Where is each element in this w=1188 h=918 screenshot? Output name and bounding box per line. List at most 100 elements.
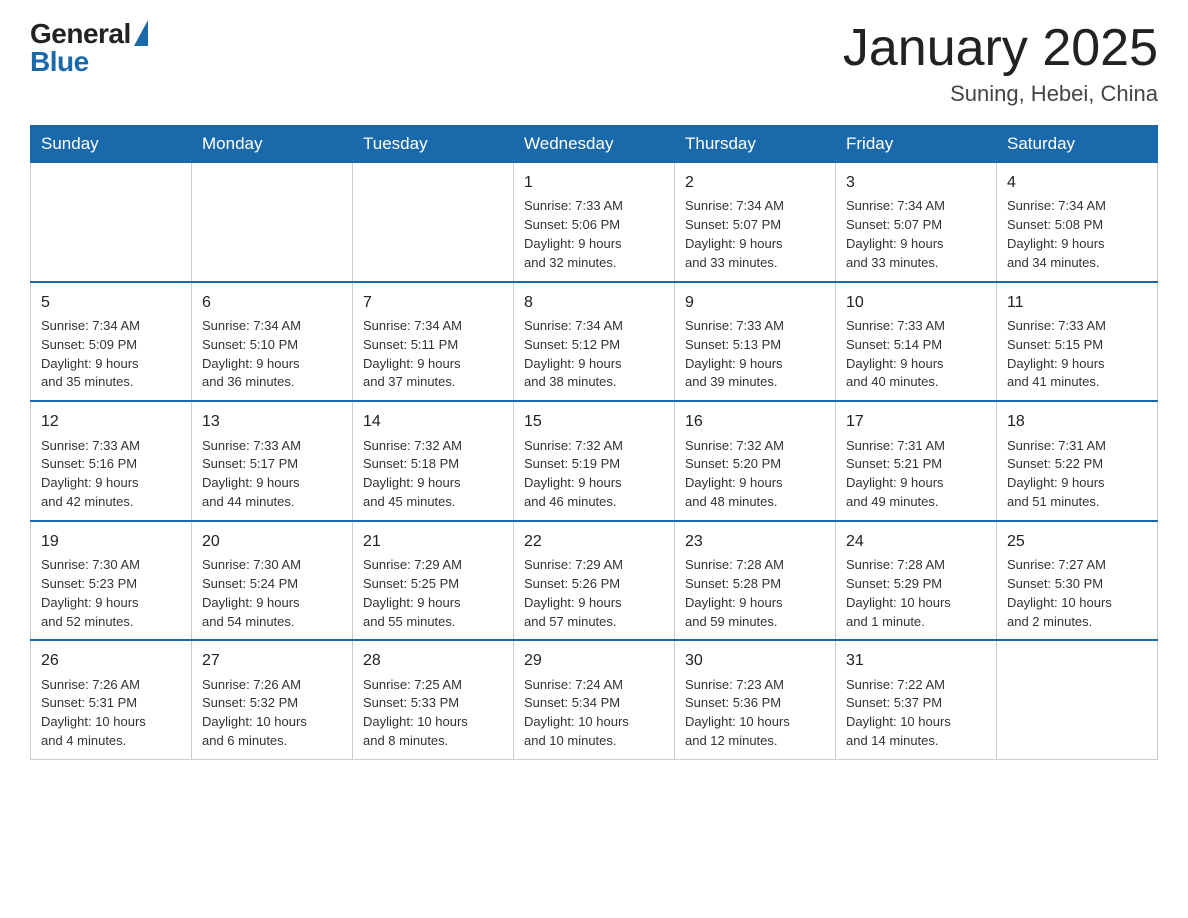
day-number: 27 bbox=[202, 649, 342, 672]
day-number: 28 bbox=[363, 649, 503, 672]
day-number: 11 bbox=[1007, 291, 1147, 314]
day-info: Sunrise: 7:27 AM Sunset: 5:30 PM Dayligh… bbox=[1007, 556, 1147, 631]
day-info: Sunrise: 7:33 AM Sunset: 5:16 PM Dayligh… bbox=[41, 437, 181, 512]
calendar-week-row: 1Sunrise: 7:33 AM Sunset: 5:06 PM Daylig… bbox=[31, 163, 1158, 282]
day-number: 19 bbox=[41, 530, 181, 553]
day-number: 8 bbox=[524, 291, 664, 314]
calendar-header-row: SundayMondayTuesdayWednesdayThursdayFrid… bbox=[31, 126, 1158, 163]
weekday-header-thursday: Thursday bbox=[675, 126, 836, 163]
calendar-day-cell: 30 Sunrise: 7:23 AM Sunset: 5:36 PM Dayli… bbox=[675, 640, 836, 759]
day-info: Sunrise: 7:32 AM Sunset: 5:19 PM Dayligh… bbox=[524, 437, 664, 512]
calendar-table: SundayMondayTuesdayWednesdayThursdayFrid… bbox=[30, 125, 1158, 760]
weekday-header-saturday: Saturday bbox=[997, 126, 1158, 163]
calendar-day-cell: 6 Sunrise: 7:34 AM Sunset: 5:10 PM Daylig… bbox=[192, 282, 353, 402]
calendar-day-cell bbox=[31, 163, 192, 282]
calendar-week-row: 19 Sunrise: 7:30 AM Sunset: 5:23 PM Dayli… bbox=[31, 521, 1158, 641]
day-info: Sunrise: 7:23 AM Sunset: 5:36 PM Dayligh… bbox=[685, 676, 825, 751]
day-info: Sunrise: 7:34 AM Sunset: 5:11 PM Dayligh… bbox=[363, 317, 503, 392]
day-info: Sunrise: 7:34 AM Sunset: 5:10 PM Dayligh… bbox=[202, 317, 342, 392]
day-number: 13 bbox=[202, 410, 342, 433]
day-number: 26 bbox=[41, 649, 181, 672]
calendar-day-cell: 7Sunrise: 7:34 AM Sunset: 5:11 PM Daylig… bbox=[353, 282, 514, 402]
day-info: Sunrise: 7:29 AM Sunset: 5:26 PM Dayligh… bbox=[524, 556, 664, 631]
calendar-day-cell: 20 Sunrise: 7:30 AM Sunset: 5:24 PM Dayli… bbox=[192, 521, 353, 641]
calendar-day-cell: 17 Sunrise: 7:31 AM Sunset: 5:21 PM Dayli… bbox=[836, 401, 997, 521]
calendar-day-cell: 18 Sunrise: 7:31 AM Sunset: 5:22 PM Dayli… bbox=[997, 401, 1158, 521]
calendar-day-cell: 31 Sunrise: 7:22 AM Sunset: 5:37 PM Dayli… bbox=[836, 640, 997, 759]
day-number: 18 bbox=[1007, 410, 1147, 433]
day-number: 24 bbox=[846, 530, 986, 553]
day-number: 6 bbox=[202, 291, 342, 314]
calendar-day-cell: 11 Sunrise: 7:33 AM Sunset: 5:15 PM Dayli… bbox=[997, 282, 1158, 402]
logo-general-text: General bbox=[30, 20, 131, 48]
day-number: 22 bbox=[524, 530, 664, 553]
day-info: Sunrise: 7:33 AM Sunset: 5:13 PM Dayligh… bbox=[685, 317, 825, 392]
calendar-day-cell: 26 Sunrise: 7:26 AM Sunset: 5:31 PM Dayli… bbox=[31, 640, 192, 759]
calendar-day-cell: 16Sunrise: 7:32 AM Sunset: 5:20 PM Dayli… bbox=[675, 401, 836, 521]
calendar-week-row: 5 Sunrise: 7:34 AM Sunset: 5:09 PM Daylig… bbox=[31, 282, 1158, 402]
day-info: Sunrise: 7:34 AM Sunset: 5:09 PM Dayligh… bbox=[41, 317, 181, 392]
day-info: Sunrise: 7:22 AM Sunset: 5:37 PM Dayligh… bbox=[846, 676, 986, 751]
day-number: 2 bbox=[685, 171, 825, 194]
day-info: Sunrise: 7:24 AM Sunset: 5:34 PM Dayligh… bbox=[524, 676, 664, 751]
day-number: 21 bbox=[363, 530, 503, 553]
calendar-day-cell bbox=[353, 163, 514, 282]
calendar-day-cell: 13 Sunrise: 7:33 AM Sunset: 5:17 PM Dayli… bbox=[192, 401, 353, 521]
calendar-day-cell: 1Sunrise: 7:33 AM Sunset: 5:06 PM Daylig… bbox=[514, 163, 675, 282]
day-info: Sunrise: 7:29 AM Sunset: 5:25 PM Dayligh… bbox=[363, 556, 503, 631]
day-info: Sunrise: 7:34 AM Sunset: 5:07 PM Dayligh… bbox=[685, 197, 825, 272]
calendar-day-cell: 28 Sunrise: 7:25 AM Sunset: 5:33 PM Dayli… bbox=[353, 640, 514, 759]
calendar-day-cell: 12 Sunrise: 7:33 AM Sunset: 5:16 PM Dayli… bbox=[31, 401, 192, 521]
weekday-header-tuesday: Tuesday bbox=[353, 126, 514, 163]
day-number: 25 bbox=[1007, 530, 1147, 553]
day-number: 30 bbox=[685, 649, 825, 672]
day-number: 20 bbox=[202, 530, 342, 553]
day-number: 12 bbox=[41, 410, 181, 433]
logo: General Blue bbox=[30, 20, 148, 76]
calendar-day-cell: 22 Sunrise: 7:29 AM Sunset: 5:26 PM Dayli… bbox=[514, 521, 675, 641]
day-info: Sunrise: 7:33 AM Sunset: 5:06 PM Dayligh… bbox=[524, 197, 664, 272]
day-number: 31 bbox=[846, 649, 986, 672]
calendar-day-cell: 27 Sunrise: 7:26 AM Sunset: 5:32 PM Dayli… bbox=[192, 640, 353, 759]
day-info: Sunrise: 7:31 AM Sunset: 5:21 PM Dayligh… bbox=[846, 437, 986, 512]
day-info: Sunrise: 7:34 AM Sunset: 5:12 PM Dayligh… bbox=[524, 317, 664, 392]
calendar-day-cell: 23Sunrise: 7:28 AM Sunset: 5:28 PM Dayli… bbox=[675, 521, 836, 641]
calendar-day-cell: 24Sunrise: 7:28 AM Sunset: 5:29 PM Dayli… bbox=[836, 521, 997, 641]
day-info: Sunrise: 7:31 AM Sunset: 5:22 PM Dayligh… bbox=[1007, 437, 1147, 512]
day-number: 4 bbox=[1007, 171, 1147, 194]
calendar-day-cell: 2 Sunrise: 7:34 AM Sunset: 5:07 PM Daylig… bbox=[675, 163, 836, 282]
day-number: 9 bbox=[685, 291, 825, 314]
calendar-day-cell: 15 Sunrise: 7:32 AM Sunset: 5:19 PM Dayli… bbox=[514, 401, 675, 521]
day-info: Sunrise: 7:26 AM Sunset: 5:32 PM Dayligh… bbox=[202, 676, 342, 751]
calendar-day-cell bbox=[997, 640, 1158, 759]
day-number: 10 bbox=[846, 291, 986, 314]
page-header: General Blue January 2025 Suning, Hebei,… bbox=[30, 20, 1158, 107]
logo-blue-text: Blue bbox=[30, 48, 89, 76]
calendar-day-cell: 5 Sunrise: 7:34 AM Sunset: 5:09 PM Daylig… bbox=[31, 282, 192, 402]
title-block: January 2025 Suning, Hebei, China bbox=[843, 20, 1158, 107]
weekday-header-sunday: Sunday bbox=[31, 126, 192, 163]
calendar-week-row: 12 Sunrise: 7:33 AM Sunset: 5:16 PM Dayli… bbox=[31, 401, 1158, 521]
day-number: 29 bbox=[524, 649, 664, 672]
day-info: Sunrise: 7:25 AM Sunset: 5:33 PM Dayligh… bbox=[363, 676, 503, 751]
day-info: Sunrise: 7:30 AM Sunset: 5:23 PM Dayligh… bbox=[41, 556, 181, 631]
location-label: Suning, Hebei, China bbox=[843, 81, 1158, 107]
calendar-day-cell: 21 Sunrise: 7:29 AM Sunset: 5:25 PM Dayli… bbox=[353, 521, 514, 641]
calendar-day-cell: 8 Sunrise: 7:34 AM Sunset: 5:12 PM Daylig… bbox=[514, 282, 675, 402]
weekday-header-monday: Monday bbox=[192, 126, 353, 163]
month-title: January 2025 bbox=[843, 20, 1158, 77]
calendar-day-cell: 3 Sunrise: 7:34 AM Sunset: 5:07 PM Daylig… bbox=[836, 163, 997, 282]
calendar-day-cell bbox=[192, 163, 353, 282]
day-number: 16 bbox=[685, 410, 825, 433]
day-number: 3 bbox=[846, 171, 986, 194]
day-info: Sunrise: 7:34 AM Sunset: 5:07 PM Dayligh… bbox=[846, 197, 986, 272]
day-number: 17 bbox=[846, 410, 986, 433]
calendar-week-row: 26 Sunrise: 7:26 AM Sunset: 5:31 PM Dayli… bbox=[31, 640, 1158, 759]
logo-triangle-icon bbox=[134, 20, 148, 46]
day-info: Sunrise: 7:26 AM Sunset: 5:31 PM Dayligh… bbox=[41, 676, 181, 751]
day-number: 15 bbox=[524, 410, 664, 433]
day-number: 5 bbox=[41, 291, 181, 314]
day-info: Sunrise: 7:33 AM Sunset: 5:15 PM Dayligh… bbox=[1007, 317, 1147, 392]
day-info: Sunrise: 7:30 AM Sunset: 5:24 PM Dayligh… bbox=[202, 556, 342, 631]
day-info: Sunrise: 7:33 AM Sunset: 5:17 PM Dayligh… bbox=[202, 437, 342, 512]
